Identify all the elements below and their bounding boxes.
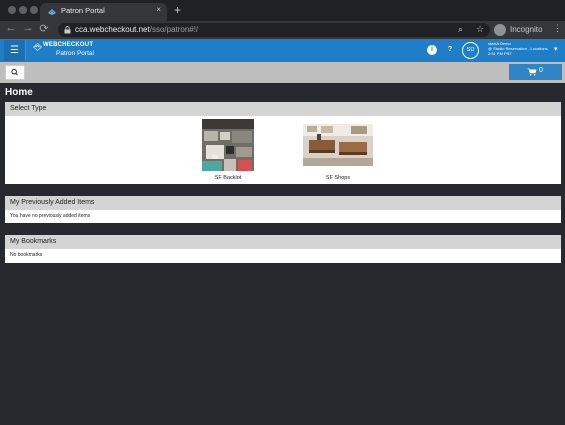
- cart-icon: [527, 68, 537, 76]
- previous-items-empty-text: You have no previously added items: [10, 213, 91, 219]
- select-type-heading: Select Type: [5, 102, 561, 116]
- url-text: cca.webcheckout.net/sso/patron#!/: [75, 25, 198, 34]
- user-time: 2:51 PM PST: [488, 51, 512, 56]
- bookmark-star-icon[interactable]: ☆: [476, 24, 484, 35]
- url-path: /sso/patron#!/: [149, 25, 199, 34]
- previous-items-panel: My Previously Added Items You have no pr…: [5, 196, 561, 223]
- sf-shops-image: [303, 124, 373, 166]
- bookmarks-panel: My Bookmarks No bookmarks: [5, 235, 561, 263]
- info-icon[interactable]: i: [427, 45, 437, 55]
- window-minimize-dot[interactable]: [19, 6, 27, 14]
- sf-backlot-label: SF Backlot: [214, 175, 242, 181]
- user-avatar[interactable]: SD: [462, 42, 479, 59]
- search-button[interactable]: [5, 65, 25, 80]
- browser-toolbar: ← → ⟳ cca.webcheckout.net/sso/patron#!/ …: [0, 21, 565, 39]
- back-icon[interactable]: ←: [5, 22, 17, 34]
- bookmarks-empty-text: No bookmarks: [10, 252, 43, 258]
- browser-menu-icon[interactable]: ⋮: [553, 23, 562, 34]
- forward-icon[interactable]: →: [22, 22, 34, 34]
- select-type-panel: Select Type SF Backlot SF Shops: [5, 102, 561, 184]
- sf-shops-label: SF Shops: [325, 175, 351, 181]
- tab-close-icon[interactable]: ×: [156, 5, 161, 14]
- hamburger-icon: ☰: [10, 45, 19, 56]
- lock-icon: [64, 26, 71, 34]
- user-info[interactable]: steelA Demo @ Studio Reservation - Locat…: [488, 41, 548, 56]
- reload-icon[interactable]: ⟳: [38, 22, 50, 35]
- incognito-icon: [494, 24, 506, 36]
- url-host: cca.webcheckout.net: [75, 25, 150, 34]
- help-icon[interactable]: ?: [445, 45, 455, 55]
- portal-name: Patron Portal: [56, 50, 94, 57]
- search-icon: [11, 68, 18, 76]
- type-card-sf-shops[interactable]: SF Shops: [303, 124, 373, 181]
- app-header: ☰ WEBCHECKOUT Patron Portal i ? SD steel…: [0, 39, 565, 62]
- browser-tab-bar: Patron Portal × +: [0, 0, 565, 21]
- incognito-label: Incognito: [510, 25, 543, 34]
- page-title: Home: [5, 87, 33, 98]
- window-close-dot[interactable]: [8, 6, 16, 14]
- previous-items-heading: My Previously Added Items: [5, 196, 561, 210]
- address-bar[interactable]: cca.webcheckout.net/sso/patron#!/ ⌕ ☆: [58, 23, 490, 37]
- tab-title: Patron Portal: [61, 6, 105, 15]
- zoom-search-icon[interactable]: ⌕: [458, 24, 463, 35]
- new-tab-icon[interactable]: +: [174, 3, 181, 17]
- cart-count: 0: [539, 67, 543, 74]
- sf-backlot-image: [202, 119, 254, 171]
- webcheckout-logo-icon: [33, 43, 42, 51]
- action-bar: 0: [0, 62, 565, 83]
- bookmarks-heading: My Bookmarks: [5, 235, 561, 249]
- window-zoom-dot[interactable]: [30, 6, 38, 14]
- chevron-down-icon[interactable]: ▾: [554, 45, 558, 53]
- logo-text: WEBCHECKOUT: [43, 42, 94, 48]
- hamburger-menu-button[interactable]: ☰: [4, 40, 26, 61]
- browser-tab[interactable]: Patron Portal ×: [40, 3, 167, 21]
- type-card-sf-backlot[interactable]: SF Backlot: [202, 119, 254, 181]
- webcheckout-favicon-icon: [48, 9, 56, 15]
- cart-button[interactable]: 0: [509, 64, 562, 80]
